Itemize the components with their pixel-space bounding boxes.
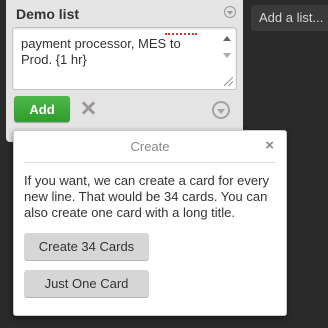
resize-grip-icon[interactable] bbox=[224, 77, 233, 86]
card-options-icon[interactable] bbox=[212, 101, 230, 119]
create-popover: Create × If you want, we can create a ca… bbox=[13, 130, 287, 316]
textarea-scrollbar[interactable] bbox=[220, 31, 234, 71]
scroll-up-icon[interactable] bbox=[223, 36, 231, 41]
list-title[interactable]: Demo list bbox=[16, 6, 79, 22]
list-demo: Demo list payment processor, MES to Prod… bbox=[6, 0, 243, 142]
close-icon[interactable]: × bbox=[265, 137, 274, 154]
add-list-button[interactable]: Add a list... bbox=[251, 5, 328, 31]
popover-title: Create bbox=[130, 139, 170, 154]
popover-message: If you want, we can create a card for ev… bbox=[24, 173, 269, 220]
scroll-down-icon[interactable] bbox=[223, 53, 231, 58]
card-composer-textarea[interactable]: payment processor, MES to Prod. {1 hr} bbox=[12, 27, 237, 90]
create-many-cards-button[interactable]: Create 34 Cards bbox=[24, 233, 149, 261]
card-composer-text: payment processor, MES to Prod. {1 hr} bbox=[21, 36, 185, 67]
just-one-card-button[interactable]: Just One Card bbox=[24, 270, 149, 298]
cancel-icon[interactable] bbox=[80, 100, 96, 116]
list-menu-icon[interactable] bbox=[224, 6, 236, 18]
add-card-button[interactable]: Add bbox=[14, 96, 70, 122]
popover-divider bbox=[24, 162, 276, 163]
